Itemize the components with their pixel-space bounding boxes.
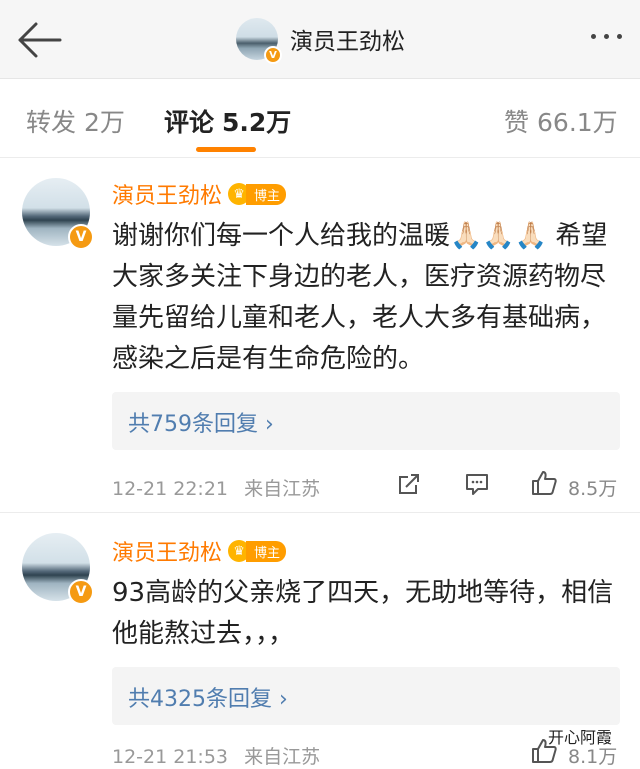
comment-time: 12-21 21:53 <box>112 746 229 768</box>
tab-comments[interactable]: 评论 5.2万 <box>164 103 291 139</box>
more-dots-icon[interactable] <box>591 34 622 39</box>
tab-label: 评论 <box>164 108 215 137</box>
share-icon[interactable] <box>396 471 422 497</box>
comment-time: 12-21 22:21 <box>112 478 229 500</box>
replies-label: 共4325条回复 › <box>128 687 288 712</box>
like-count: 8.5万 <box>568 478 618 500</box>
page-title[interactable]: 演员王劲松 <box>290 22 405 56</box>
verified-badge: V <box>264 46 282 64</box>
like-icon[interactable] <box>530 469 558 497</box>
tab-label: 赞 <box>504 108 530 137</box>
page-header: V 演员王劲松 <box>236 16 405 64</box>
back-button[interactable] <box>14 18 64 62</box>
tab-count: 66.1万 <box>537 108 618 137</box>
comment-meta: 12-21 22:21 来自江苏 <box>112 474 320 501</box>
avatar[interactable]: V <box>22 533 94 605</box>
avatar[interactable]: V <box>22 178 94 250</box>
arrow-left-icon <box>18 22 62 58</box>
comment-icon[interactable] <box>464 471 490 497</box>
tab-label: 转发 <box>26 108 77 137</box>
watermark-text: 开心阿霞 <box>548 728 613 747</box>
comment-text: 93高龄的父亲烧了四天，无助地等待，相信他能熬过去，，， <box>112 578 614 649</box>
view-replies-button[interactable]: 共4325条回复 › <box>112 667 620 725</box>
comment-author-row: 演员王劲松 ♛ 博主 <box>112 535 287 567</box>
divider <box>0 512 640 513</box>
comment-author[interactable]: 演员王劲松 <box>112 178 222 210</box>
tab-count: 2万 <box>84 108 125 137</box>
verified-badge: V <box>68 579 94 605</box>
comment-meta: 12-21 21:53 来自江苏 <box>112 742 320 769</box>
comment-source: 来自江苏 <box>244 478 321 500</box>
tab-likes[interactable]: 赞 66.1万 <box>504 103 618 139</box>
comment-text: 谢谢你们每一个人给我的温暖🙏🏻🙏🏻🙏🏻 希望大家多关注下身边的老人，医疗资源药物… <box>112 221 608 374</box>
replies-label: 共759条回复 › <box>128 412 274 437</box>
active-tab-indicator <box>196 147 256 152</box>
comment-author-row: 演员王劲松 ♛ 博主 <box>112 178 287 210</box>
comment-author[interactable]: 演员王劲松 <box>112 535 222 567</box>
view-replies-button[interactable]: 共759条回复 › <box>112 392 620 450</box>
author-tag: 博主 <box>246 183 287 205</box>
top-bar: V 演员王劲松 <box>0 0 640 79</box>
verified-badge: V <box>68 224 94 250</box>
avatar[interactable]: V <box>236 18 282 64</box>
tab-count: 5.2万 <box>222 108 292 137</box>
tab-bar: 转发 2万 评论 5.2万 赞 66.1万 <box>0 79 640 158</box>
comment-source: 来自江苏 <box>244 746 321 768</box>
author-tag: 博主 <box>246 540 287 562</box>
tab-reposts[interactable]: 转发 2万 <box>26 103 125 139</box>
